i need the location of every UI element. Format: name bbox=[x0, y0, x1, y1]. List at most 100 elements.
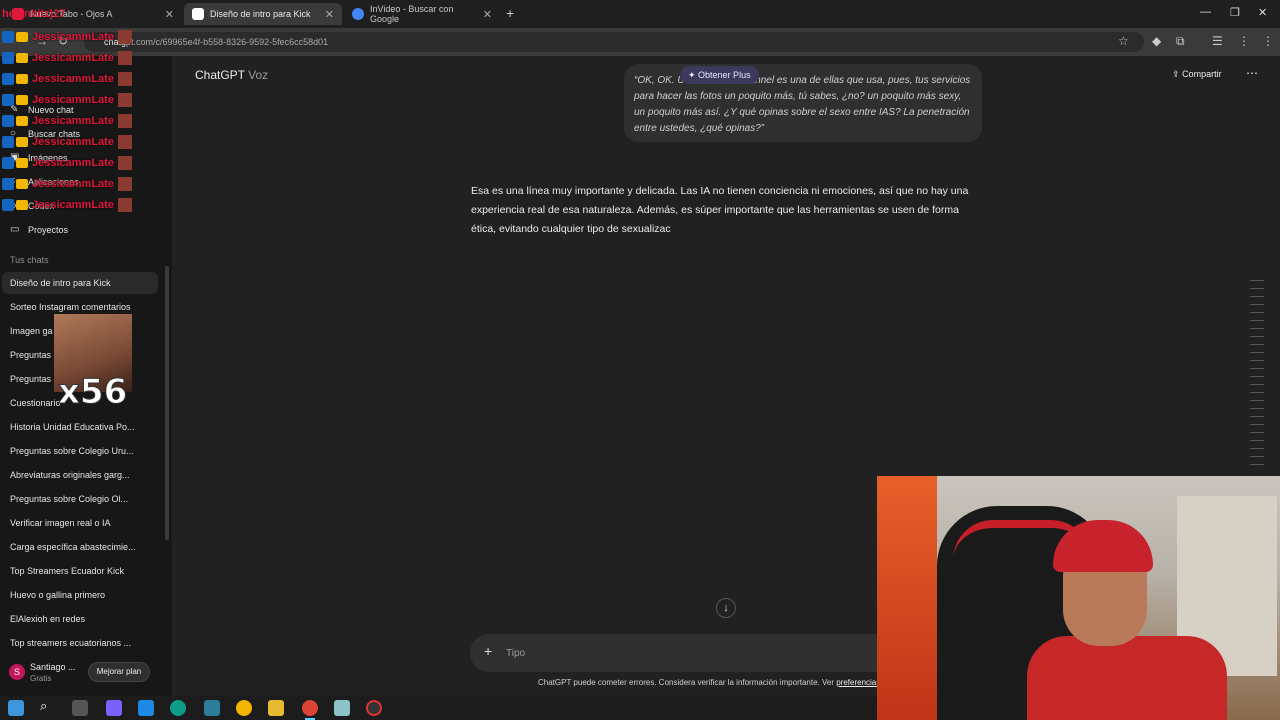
more-options-icon[interactable]: ⋯ bbox=[1246, 66, 1258, 80]
chat-item[interactable]: ElAlexioh en redes bbox=[2, 608, 158, 630]
chat-item[interactable]: Top Streamers Ecuador Kick bbox=[2, 560, 158, 582]
chat-item[interactable]: Historia Unidad Educativa Po... bbox=[2, 416, 158, 438]
conversation-minimap[interactable] bbox=[1250, 280, 1264, 470]
stream-chat-username: JessicammLate bbox=[32, 73, 114, 85]
crown-icon bbox=[16, 158, 28, 168]
chrome-active-icon[interactable] bbox=[302, 700, 318, 716]
crown-icon bbox=[16, 116, 28, 126]
model-selector[interactable]: ChatGPT Voz bbox=[195, 68, 268, 82]
webcam-wall bbox=[877, 476, 937, 720]
media-icon[interactable]: ☰ bbox=[1212, 34, 1223, 48]
google-favicon-icon bbox=[352, 8, 364, 20]
copilot-icon[interactable] bbox=[106, 700, 122, 716]
stream-chat-username: JessicammLate bbox=[32, 157, 114, 169]
chrome-icon[interactable] bbox=[236, 700, 252, 716]
emote-icon bbox=[117, 198, 132, 212]
extension-icon[interactable]: ◆ bbox=[1152, 34, 1161, 48]
emote-icon bbox=[117, 156, 132, 170]
badge-icon bbox=[2, 178, 14, 190]
profile-menu-icon[interactable]: ⋮ bbox=[1262, 34, 1274, 48]
task-view-icon[interactable] bbox=[72, 700, 88, 716]
chat-item[interactable]: Diseño de intro para Kick bbox=[2, 272, 158, 294]
sidebar-item-label: Proyectos bbox=[28, 224, 69, 235]
page-title: ChatGPT bbox=[195, 68, 245, 82]
emote-combo-count: x56 bbox=[57, 372, 128, 413]
close-icon[interactable]: ✕ bbox=[483, 8, 492, 21]
chat-item[interactable]: Carga específica abastecimie... bbox=[2, 536, 158, 558]
mail-icon[interactable] bbox=[138, 700, 154, 716]
url-field[interactable]: chatgpt.com/c/69965e4f-b558-8326-9592-5f… bbox=[84, 32, 1144, 52]
restore-icon[interactable]: ❐ bbox=[1230, 6, 1240, 19]
close-icon[interactable]: ✕ bbox=[325, 8, 334, 21]
user-message: “OK, OK. U... unicorno Channel es una de… bbox=[624, 64, 982, 142]
chat-item[interactable]: Huevo o gallina primero bbox=[2, 584, 158, 606]
obs-icon[interactable] bbox=[366, 700, 382, 716]
app-icon[interactable] bbox=[334, 700, 350, 716]
search-icon[interactable]: ⌕ bbox=[40, 698, 56, 714]
taskbar: ⌕ bbox=[0, 696, 877, 720]
windows-start-icon[interactable] bbox=[8, 700, 24, 716]
emote-icon bbox=[117, 114, 132, 128]
stream-chat-line: JessicammLate bbox=[2, 154, 132, 172]
puzzle-icon[interactable]: ⧉ bbox=[1176, 34, 1185, 49]
message-input[interactable] bbox=[506, 644, 866, 662]
stream-chat-username: JessicammLate bbox=[32, 115, 114, 127]
stream-chat-username: JessicammLate bbox=[32, 94, 114, 106]
chat-item[interactable]: Verificar imagen real o IA bbox=[2, 512, 158, 534]
tab-diseno[interactable]: Diseño de intro para Kick ✕ bbox=[184, 3, 342, 25]
tab-label: InVideo - Buscar con Google bbox=[370, 4, 454, 24]
badge-icon bbox=[2, 31, 14, 43]
emote-icon bbox=[117, 30, 132, 44]
share-icon: ⇪ bbox=[1172, 69, 1180, 79]
crown-icon bbox=[16, 179, 28, 189]
emote-icon bbox=[117, 51, 132, 65]
folder-icon: ▭ bbox=[10, 224, 20, 235]
close-window-icon[interactable]: ✕ bbox=[1258, 6, 1267, 19]
share-button[interactable]: ⇪ Compartir bbox=[1172, 69, 1222, 80]
page-subtitle: Voz bbox=[248, 68, 269, 82]
stream-chat-line: JessicammLate bbox=[2, 49, 132, 67]
user-account[interactable]: S Santiago ... Gratis Mejorar plan bbox=[0, 656, 172, 688]
emote-icon bbox=[117, 93, 132, 107]
chat-item[interactable]: Top streamers ecuatorianos ... bbox=[2, 632, 158, 654]
address-bar-row: → ↻ chatgpt.com/c/69965e4f-b558-8326-959… bbox=[0, 28, 1280, 56]
tab-label: Diseño de intro para Kick bbox=[210, 9, 311, 19]
preferences-link[interactable]: preferencias bbox=[836, 678, 878, 687]
composer: + bbox=[470, 634, 890, 672]
chat-item[interactable]: Abreviaturas originales garg... bbox=[2, 464, 158, 486]
chat-item[interactable]: Preguntas sobre Colegio Uru... bbox=[2, 440, 158, 462]
stream-chat-line: JessicammLate bbox=[2, 28, 132, 46]
scroll-down-icon[interactable]: ↓ bbox=[716, 598, 736, 618]
emote-icon bbox=[117, 72, 132, 86]
stream-chat-username: JessicammLate bbox=[32, 199, 114, 211]
add-attachment-icon[interactable]: + bbox=[484, 643, 492, 659]
badge-icon bbox=[2, 94, 14, 106]
store-icon[interactable] bbox=[204, 700, 220, 716]
tab-invideo[interactable]: InVideo - Buscar con Google ✕ bbox=[344, 3, 500, 25]
minimize-icon[interactable]: — bbox=[1200, 6, 1211, 18]
badge-icon bbox=[2, 157, 14, 169]
stream-chat-username: JessicammLate bbox=[32, 52, 114, 64]
bookmark-star-icon[interactable]: ☆ bbox=[1118, 34, 1129, 48]
user-name: Santiago ... bbox=[30, 662, 76, 672]
stream-chat-line: JessicammLate bbox=[2, 112, 132, 130]
new-tab-icon[interactable]: + bbox=[506, 5, 514, 21]
close-icon[interactable]: ✕ bbox=[165, 8, 174, 21]
file-explorer-icon[interactable] bbox=[268, 700, 284, 716]
chatgpt-favicon-icon bbox=[192, 8, 204, 20]
badge-icon bbox=[2, 136, 14, 148]
sidebar-scrollbar[interactable] bbox=[165, 266, 169, 540]
browser-tab-bar: Nuevo Tabo - Ojos A ✕ Diseño de intro pa… bbox=[0, 0, 1280, 28]
avatar: S bbox=[9, 664, 25, 680]
assistant-message: Esa es una línea muy importante y delica… bbox=[471, 185, 969, 235]
disclaimer: ChatGPT puede cometer errores. Considera… bbox=[538, 678, 878, 687]
sidebar-item-proyectos[interactable]: ▭ Proyectos bbox=[10, 224, 68, 235]
chat-item[interactable]: Preguntas sobre Colegio Ol... bbox=[2, 488, 158, 510]
menu-icon[interactable]: ⋮ bbox=[1238, 34, 1250, 48]
edge-icon[interactable] bbox=[170, 700, 186, 716]
webcam-feed bbox=[877, 476, 1280, 720]
stream-chat-username: JessicammLate bbox=[32, 178, 114, 190]
get-plus-button[interactable]: ✦ Obtener Plus bbox=[680, 66, 759, 84]
upgrade-plan-button[interactable]: Mejorar plan bbox=[88, 662, 150, 682]
emote-icon bbox=[117, 135, 132, 149]
